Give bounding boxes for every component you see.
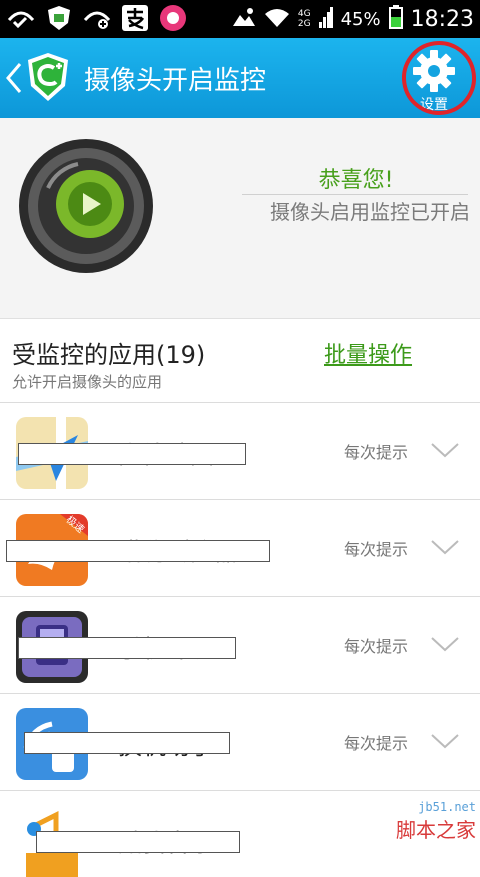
signal-add-icon (82, 4, 112, 32)
batch-action-link[interactable]: 批量操作 (324, 337, 412, 369)
app-row-liebao[interactable]: 极速 猎豹浏览器 每次提示 (0, 499, 480, 597)
chevron-down-icon[interactable] (430, 538, 460, 556)
photo-icon (232, 7, 256, 32)
app-row-amap[interactable]: 高德地图 每次提示 (0, 402, 480, 500)
section-title: 受监控的应用(19) (12, 341, 206, 369)
watermark-name: 脚本之家 (396, 818, 476, 842)
status-banner: 恭喜您! 摄像头启用监控已开启 (0, 118, 480, 318)
app-row-switch-helper[interactable]: 换机助手 每次提示 (0, 693, 480, 791)
chevron-down-icon[interactable] (430, 441, 460, 459)
chevron-down-icon[interactable] (430, 635, 460, 653)
chevron-down-icon[interactable] (430, 732, 460, 750)
clock: 18:23 (410, 6, 474, 32)
page-title: 摄像头开启监控 (84, 66, 267, 96)
site-watermark: jb51.net 脚本之家 (356, 800, 476, 850)
status-bar: 4G 2G 45% 18:23 (0, 0, 480, 38)
cell-signal-icon (318, 6, 333, 33)
alipay-icon (120, 4, 150, 32)
status-indicators: 4G 2G 45% 18:23 (232, 0, 474, 38)
permission-value: 每次提示 (344, 540, 409, 559)
signal-check-icon (6, 4, 36, 32)
redaction-mask (18, 637, 236, 659)
camera-lens-icon (18, 138, 154, 274)
status-message: 摄像头启用监控已开启 (270, 200, 470, 224)
monitored-apps-header: 受监控的应用(19) 允许开启摄像头的应用 批量操作 (0, 318, 480, 403)
permission-value: 每次提示 (344, 734, 409, 753)
network-type: 4G 2G (297, 9, 311, 29)
redaction-mask (18, 443, 246, 465)
notification-icons (6, 4, 188, 32)
app-row-phone-test[interactable]: 手机评测 每次提示 (0, 596, 480, 694)
battery-icon (388, 4, 403, 34)
redaction-mask (24, 732, 230, 754)
divider (242, 194, 468, 195)
security-shield-icon (44, 4, 74, 32)
wifi-icon (264, 7, 290, 32)
congrats-text: 恭喜您! (318, 168, 394, 193)
permission-value: 每次提示 (344, 637, 409, 656)
permission-value: 每次提示 (344, 443, 409, 462)
redaction-mask (36, 831, 240, 853)
redaction-mask (6, 540, 270, 562)
watermark-url: jb51.net (418, 800, 476, 814)
chat-app-icon (158, 4, 188, 32)
back-arrow-icon[interactable] (4, 60, 24, 96)
guard-shield-logo-icon (26, 52, 70, 102)
battery-percent: 45% (340, 8, 381, 30)
section-subtitle: 允许开启摄像头的应用 (12, 373, 163, 391)
